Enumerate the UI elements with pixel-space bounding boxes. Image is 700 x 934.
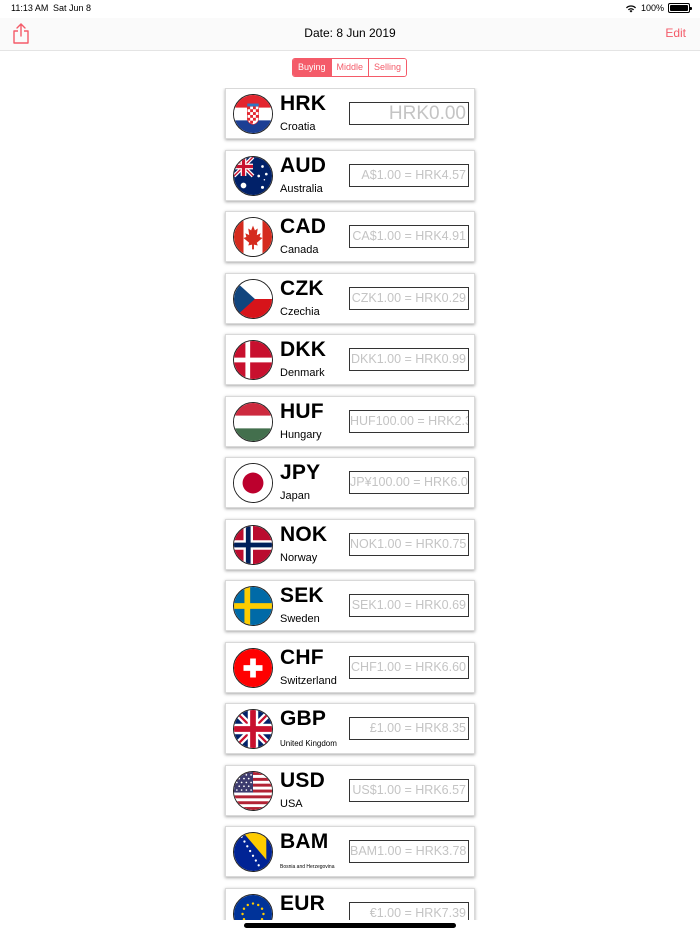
country-name: Canada [280, 244, 319, 256]
currency-code: BAM [280, 830, 329, 853]
currency-code: DKK [280, 338, 327, 361]
currency-code: CAD [280, 215, 327, 238]
country-name: United Kingdom [280, 739, 337, 748]
currency-list[interactable]: HRK Croatia HRK0.00 AUD Australia A$1.00… [0, 88, 700, 920]
country-name: Australia [280, 182, 323, 195]
rate-field[interactable]: CA$1.00 = HRK4.91 [349, 225, 469, 248]
country-name: Czechia [280, 305, 320, 318]
currency-code: AUD [280, 153, 327, 177]
currency-card-sek[interactable]: SEK Sweden SEK1.00 = HRK0.69 [225, 580, 475, 631]
battery-percent: 100% [640, 3, 664, 13]
navigation-bar: Date: 8 Jun 2019 Edit [0, 18, 700, 51]
currency-code: CZK [280, 276, 324, 300]
status-date: Sat Jun 8 [53, 3, 92, 13]
amount-input[interactable]: HRK0.00 [349, 102, 469, 125]
rate-field[interactable]: US$1.00 = HRK6.57 [349, 778, 469, 802]
status-time: 11:13 AM [11, 3, 49, 13]
currency-code: JPY [280, 461, 321, 484]
country-name: Denmark [280, 367, 325, 379]
currency-card-gbp[interactable]: GBP United Kingdom £1.00 = HRK8.35 [225, 703, 475, 754]
status-bar: 11:13 AM Sat Jun 8 100% [0, 0, 700, 18]
czechia-flag-icon [233, 278, 273, 319]
canada-flag-icon [233, 217, 273, 257]
country-name: USA [280, 797, 303, 810]
status-indicators: 100% [625, 3, 692, 13]
currency-code: USD [280, 768, 325, 792]
battery-icon [668, 3, 692, 13]
switzerland-flag-icon [233, 647, 273, 688]
rate-field[interactable]: CZK1.00 = HRK0.29 [349, 286, 469, 310]
eu-flag-icon [233, 893, 273, 920]
japan-flag-icon [233, 463, 273, 503]
segment-buying[interactable]: Buying [293, 59, 331, 76]
country-name: Norway [280, 551, 318, 564]
rate-field[interactable]: CHF1.00 = HRK6.60 [349, 655, 469, 679]
segment-middle[interactable]: Middle [330, 59, 369, 76]
rate-field[interactable]: A$1.00 = HRK4.57 [349, 163, 469, 187]
bosnia-flag-icon [233, 832, 273, 872]
currency-card-jpy[interactable]: JPY Japan JP¥100.00 = HRK6.05 [225, 457, 475, 508]
country-name: Bosnia and Herzegovina [280, 864, 335, 870]
currency-code: NOK [280, 522, 328, 546]
country-name: Sweden [280, 613, 320, 625]
rate-field[interactable]: SEK1.00 = HRK0.69 [349, 594, 469, 617]
currency-card-nok[interactable]: NOK Norway NOK1.00 = HRK0.75 [225, 518, 475, 570]
sweden-flag-icon [233, 586, 273, 626]
segment-selling[interactable]: Selling [368, 59, 407, 76]
rate-field[interactable]: DKK1.00 = HRK0.99 [349, 348, 469, 371]
currency-code: EUR [280, 891, 325, 915]
croatia-flag-icon [233, 94, 273, 134]
rate-field[interactable]: BAM1.00 = HRK3.78 [349, 840, 469, 863]
currency-card-usd[interactable]: USD USA US$1.00 = HRK6.57 [225, 764, 475, 816]
norway-flag-icon [233, 524, 273, 565]
edit-button[interactable]: Edit [665, 26, 686, 40]
usa-flag-icon [233, 770, 273, 811]
currency-card-hrk[interactable]: HRK Croatia HRK0.00 [225, 88, 475, 139]
country-name: Switzerland [280, 674, 337, 687]
rate-field[interactable]: NOK1.00 = HRK0.75 [349, 532, 469, 556]
currency-code: CHF [280, 645, 324, 669]
rate-field[interactable]: £1.00 = HRK8.35 [349, 717, 469, 740]
currency-code: HRK [280, 92, 327, 115]
page-title: Date: 8 Jun 2019 [304, 26, 396, 40]
rate-field[interactable]: €1.00 = HRK7.39 [349, 901, 469, 920]
rate-type-segmented-control: Buying Middle Selling [292, 58, 408, 77]
country-name: Croatia [280, 121, 316, 133]
currency-card-chf[interactable]: CHF Switzerland CHF1.00 = HRK6.60 [225, 641, 475, 693]
currency-card-eur[interactable]: EUR €1.00 = HRK7.39 [225, 887, 475, 920]
currency-card-czk[interactable]: CZK Czechia CZK1.00 = HRK0.29 [225, 272, 475, 324]
currency-code: HUF [280, 399, 324, 423]
country-name: Japan [280, 490, 310, 502]
currency-card-aud[interactable]: AUD Australia A$1.00 = HRK4.57 [225, 149, 475, 201]
australia-flag-icon [233, 155, 273, 196]
currency-card-huf[interactable]: HUF Hungary HUF100.00 = HRK2.30 [225, 395, 475, 447]
rate-field[interactable]: JP¥100.00 = HRK6.05 [349, 471, 469, 494]
currency-card-dkk[interactable]: DKK Denmark DKK1.00 = HRK0.99 [225, 334, 475, 385]
currency-code: SEK [280, 584, 324, 607]
currency-card-cad[interactable]: CAD Canada CA$1.00 = HRK4.91 [225, 211, 475, 262]
currency-code: GBP [280, 707, 327, 730]
united-kingdom-flag-icon [233, 709, 273, 749]
home-indicator[interactable] [244, 923, 456, 928]
denmark-flag-icon [233, 340, 273, 380]
country-name: Hungary [280, 428, 322, 441]
rate-field[interactable]: HUF100.00 = HRK2.30 [349, 409, 469, 433]
hungary-flag-icon [233, 401, 273, 442]
currency-card-bam[interactable]: BAM Bosnia and Herzegovina BAM1.00 = HRK… [225, 826, 475, 877]
wifi-icon [625, 4, 636, 12]
